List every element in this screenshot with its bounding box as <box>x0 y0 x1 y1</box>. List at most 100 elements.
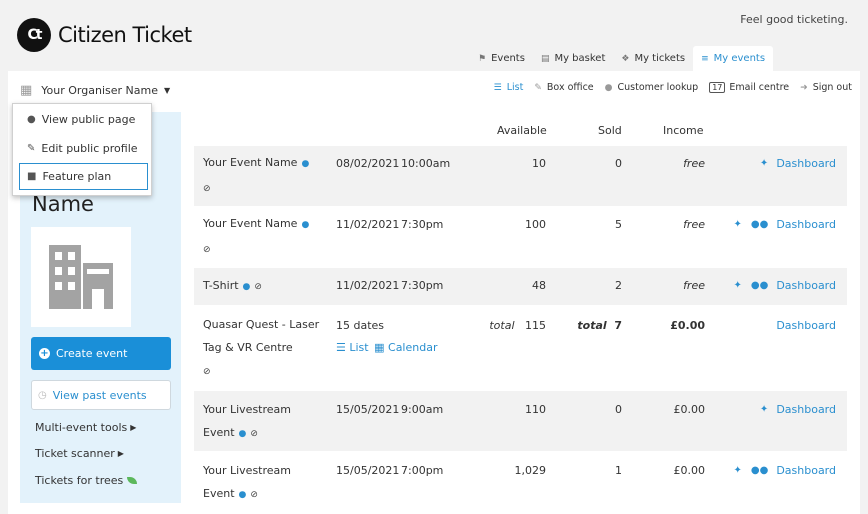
tickets-for-trees-link[interactable]: Tickets for trees <box>35 474 138 487</box>
table-row: Your Livestream Event ● ⊘ 15/05/2021 9:00am… <box>194 391 847 451</box>
caret-right-icon: ▶ <box>117 449 124 458</box>
unlock-icon: ■ <box>27 171 37 182</box>
sold-value: 0 <box>615 403 622 416</box>
globe-icon: ● <box>27 114 36 125</box>
event-name[interactable]: T-Shirt ● ⊘ <box>203 274 262 299</box>
view-public-page-item[interactable]: ● View public page <box>27 113 135 126</box>
dashboard-link[interactable]: ✦ ●● Dashboard <box>733 464 836 477</box>
dashboard-link[interactable]: ✦ ●● Dashboard <box>733 279 836 292</box>
sold-value: 2 <box>615 279 622 292</box>
event-dates-count: 15 dates <box>336 319 385 332</box>
eye-slash-icon: ⊘ <box>250 490 258 500</box>
dashboard-link[interactable]: ✦ ●● Dashboard <box>733 218 836 231</box>
view-past-events-button[interactable]: ◷ View past events <box>31 380 171 410</box>
dashboard-label: Dashboard <box>776 319 836 332</box>
dashboard-link[interactable]: ✦ Dashboard <box>760 403 836 416</box>
calendar-link[interactable]: ▦ Calendar <box>374 341 437 354</box>
list-dates-link[interactable]: ☰ List <box>336 341 369 354</box>
calendar-label: Calendar <box>388 341 438 354</box>
caret-right-icon: ▶ <box>130 423 137 432</box>
magic-wand-icon: ✦ <box>759 404 769 415</box>
event-time: 10:00am <box>401 157 451 170</box>
available-value: total 115 <box>489 319 546 332</box>
eye-slash-icon: ⊘ <box>203 367 211 377</box>
eye-slash-icon: ⊘ <box>203 184 211 194</box>
available-value: 110 <box>525 403 546 416</box>
eye-slash-icon: ⊘ <box>254 282 262 292</box>
customer-lookup-link[interactable]: ● Customer lookup <box>605 82 699 93</box>
ticket-scanner-link[interactable]: Ticket scanner ▶ <box>35 447 124 460</box>
income-value: free <box>683 279 705 292</box>
pencil-icon: ✎ <box>534 82 542 93</box>
event-name[interactable]: Your Livestream Event ● ⊘ <box>203 398 291 446</box>
ticket-icon: ❖ <box>621 53 630 64</box>
logo-mark: Ct <box>17 18 51 52</box>
event-name-text-2: Event <box>203 487 235 500</box>
edit-public-profile-item[interactable]: ✎ Edit public profile <box>27 142 138 155</box>
plus-circle-icon: + <box>39 347 50 359</box>
organiser-selector[interactable]: ▦ Your Organiser Name ▼ <box>20 80 170 100</box>
menu-item-label: Edit public profile <box>41 142 138 155</box>
event-time: 7:00pm <box>401 464 444 477</box>
event-date: 15/05/2021 <box>336 403 400 416</box>
dashboard-link[interactable]: Dashboard <box>776 319 836 332</box>
header-sold: Sold <box>598 124 622 137</box>
brand-logo[interactable]: Ct Citizen Ticket <box>17 18 192 52</box>
sold-value: 1 <box>615 464 622 477</box>
multi-event-tools-link[interactable]: Multi-event tools ▶ <box>35 421 136 434</box>
event-name-text: Your Event Name <box>203 217 298 230</box>
tab-my-events[interactable]: ≡ My events <box>693 46 774 71</box>
table-row: T-Shirt ● ⊘ 11/02/2021 7:30pm 48 2 free ✦ ●… <box>194 268 847 305</box>
box-office-label: Box office <box>546 82 594 93</box>
toolbar-links: ☰ List ✎ Box office ● Customer lookup 17 Ema… <box>483 82 852 93</box>
organiser-name: Your Organiser Name <box>41 83 158 97</box>
create-event-button[interactable]: + Create event <box>31 337 171 370</box>
box-office-link[interactable]: ✎ Box office <box>534 82 593 93</box>
income-value: free <box>683 157 705 170</box>
tab-label: My basket <box>554 53 606 64</box>
calendar-icon: ▦ <box>374 341 385 354</box>
tab-my-basket[interactable]: ▤ My basket <box>533 46 613 71</box>
globe-icon: ● <box>242 282 251 292</box>
organiser-image <box>31 227 131 327</box>
dashboard-label: Dashboard <box>776 403 836 416</box>
users-icon: ● <box>604 82 613 93</box>
users-icon: ●● <box>750 465 769 476</box>
available-value: 10 <box>532 157 546 170</box>
feature-plan-item[interactable]: ■ Feature plan <box>27 170 111 183</box>
dashboard-link[interactable]: ✦ Dashboard <box>760 157 836 170</box>
dates-links: ☰ List ▦ Calendar <box>336 341 437 354</box>
event-name[interactable]: Your Event Name ● ⊘ <box>203 212 309 262</box>
scanner-label: Ticket scanner <box>35 447 115 460</box>
eye-slash-icon: ⊘ <box>203 245 211 255</box>
tagline: Feel good ticketing. <box>740 13 848 26</box>
table-row: Quasar Quest - Laser Tag & VR Centre ⊘ 15 … <box>194 306 847 390</box>
email-centre-link[interactable]: 17 Email centre <box>709 82 789 93</box>
dashboard-label: Dashboard <box>776 279 836 292</box>
available-value: 100 <box>525 218 546 231</box>
event-date: 08/02/2021 <box>336 157 400 170</box>
sold-value: total 7 <box>577 319 622 332</box>
tab-events[interactable]: ⚑ Events <box>470 46 533 71</box>
email-centre-label: Email centre <box>729 82 790 93</box>
income-value: free <box>683 218 705 231</box>
tab-my-tickets[interactable]: ❖ My tickets <box>613 46 693 71</box>
leaf-icon <box>127 477 138 484</box>
income-value: £0.00 <box>670 319 705 332</box>
header-available: Available <box>497 124 547 137</box>
list-link[interactable]: ☰ List <box>494 82 524 93</box>
caret-down-icon: ▼ <box>163 85 171 95</box>
sign-out-icon: ➜ <box>800 82 808 93</box>
total-prefix: total <box>489 319 515 332</box>
sign-out-link[interactable]: ➜ Sign out <box>800 82 852 93</box>
users-icon: ●● <box>750 219 769 230</box>
event-name-text: Your Livestream <box>203 403 291 416</box>
magic-wand-icon: ✦ <box>733 219 742 230</box>
event-name[interactable]: Quasar Quest - Laser Tag & VR Centre ⊘ <box>203 313 319 384</box>
event-name[interactable]: Your Event Name ● ⊘ <box>203 151 309 201</box>
past-events-label: View past events <box>52 388 147 402</box>
event-name[interactable]: Your Livestream Event ● ⊘ <box>203 459 291 507</box>
magic-wand-icon: ✦ <box>733 465 742 476</box>
multi-event-label: Multi-event tools <box>35 421 128 434</box>
magic-wand-icon: ✦ <box>759 158 769 169</box>
